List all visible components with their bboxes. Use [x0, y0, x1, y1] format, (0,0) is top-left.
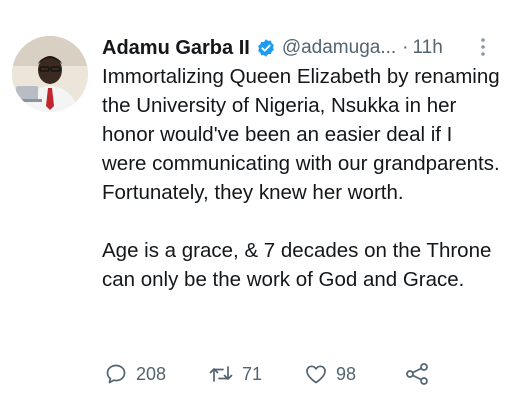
like-count: 98: [336, 363, 357, 384]
avatar[interactable]: [12, 36, 88, 112]
tweet-body: Immortalizing Queen Elizabeth by renamin…: [102, 62, 502, 294]
share-icon: [406, 363, 428, 385]
author-handle[interactable]: @adamuga...: [282, 37, 396, 59]
retweet-count: 71: [242, 363, 263, 384]
retweet-icon: [209, 366, 233, 382]
timestamp[interactable]: 11h: [413, 37, 443, 59]
separator-dot: ·: [402, 37, 409, 58]
display-name[interactable]: Adamu Garba II: [102, 37, 250, 60]
reply-button[interactable]: 208: [104, 356, 166, 392]
action-bar: 208 71 98: [104, 356, 504, 392]
share-button[interactable]: [404, 356, 430, 392]
like-button[interactable]: 98: [304, 356, 356, 392]
more-options-icon[interactable]: [480, 35, 486, 59]
tweet-paragraph: Age is a grace, & 7 decades on the Thron…: [102, 239, 492, 291]
retweet-button[interactable]: 71: [208, 356, 262, 392]
tweet-header: Adamu Garba II @adamuga... · 11h: [102, 34, 500, 62]
verified-badge-icon: [256, 38, 276, 58]
tweet-paragraph: Immortalizing Queen Elizabeth by renamin…: [102, 65, 500, 204]
reply-icon: [106, 364, 126, 384]
avatar-photo: [12, 36, 88, 112]
tweet-card[interactable]: Adamu Garba II @adamuga... · 11h Immorta…: [0, 0, 506, 402]
heart-icon: [306, 365, 326, 384]
reply-count: 208: [136, 363, 167, 384]
